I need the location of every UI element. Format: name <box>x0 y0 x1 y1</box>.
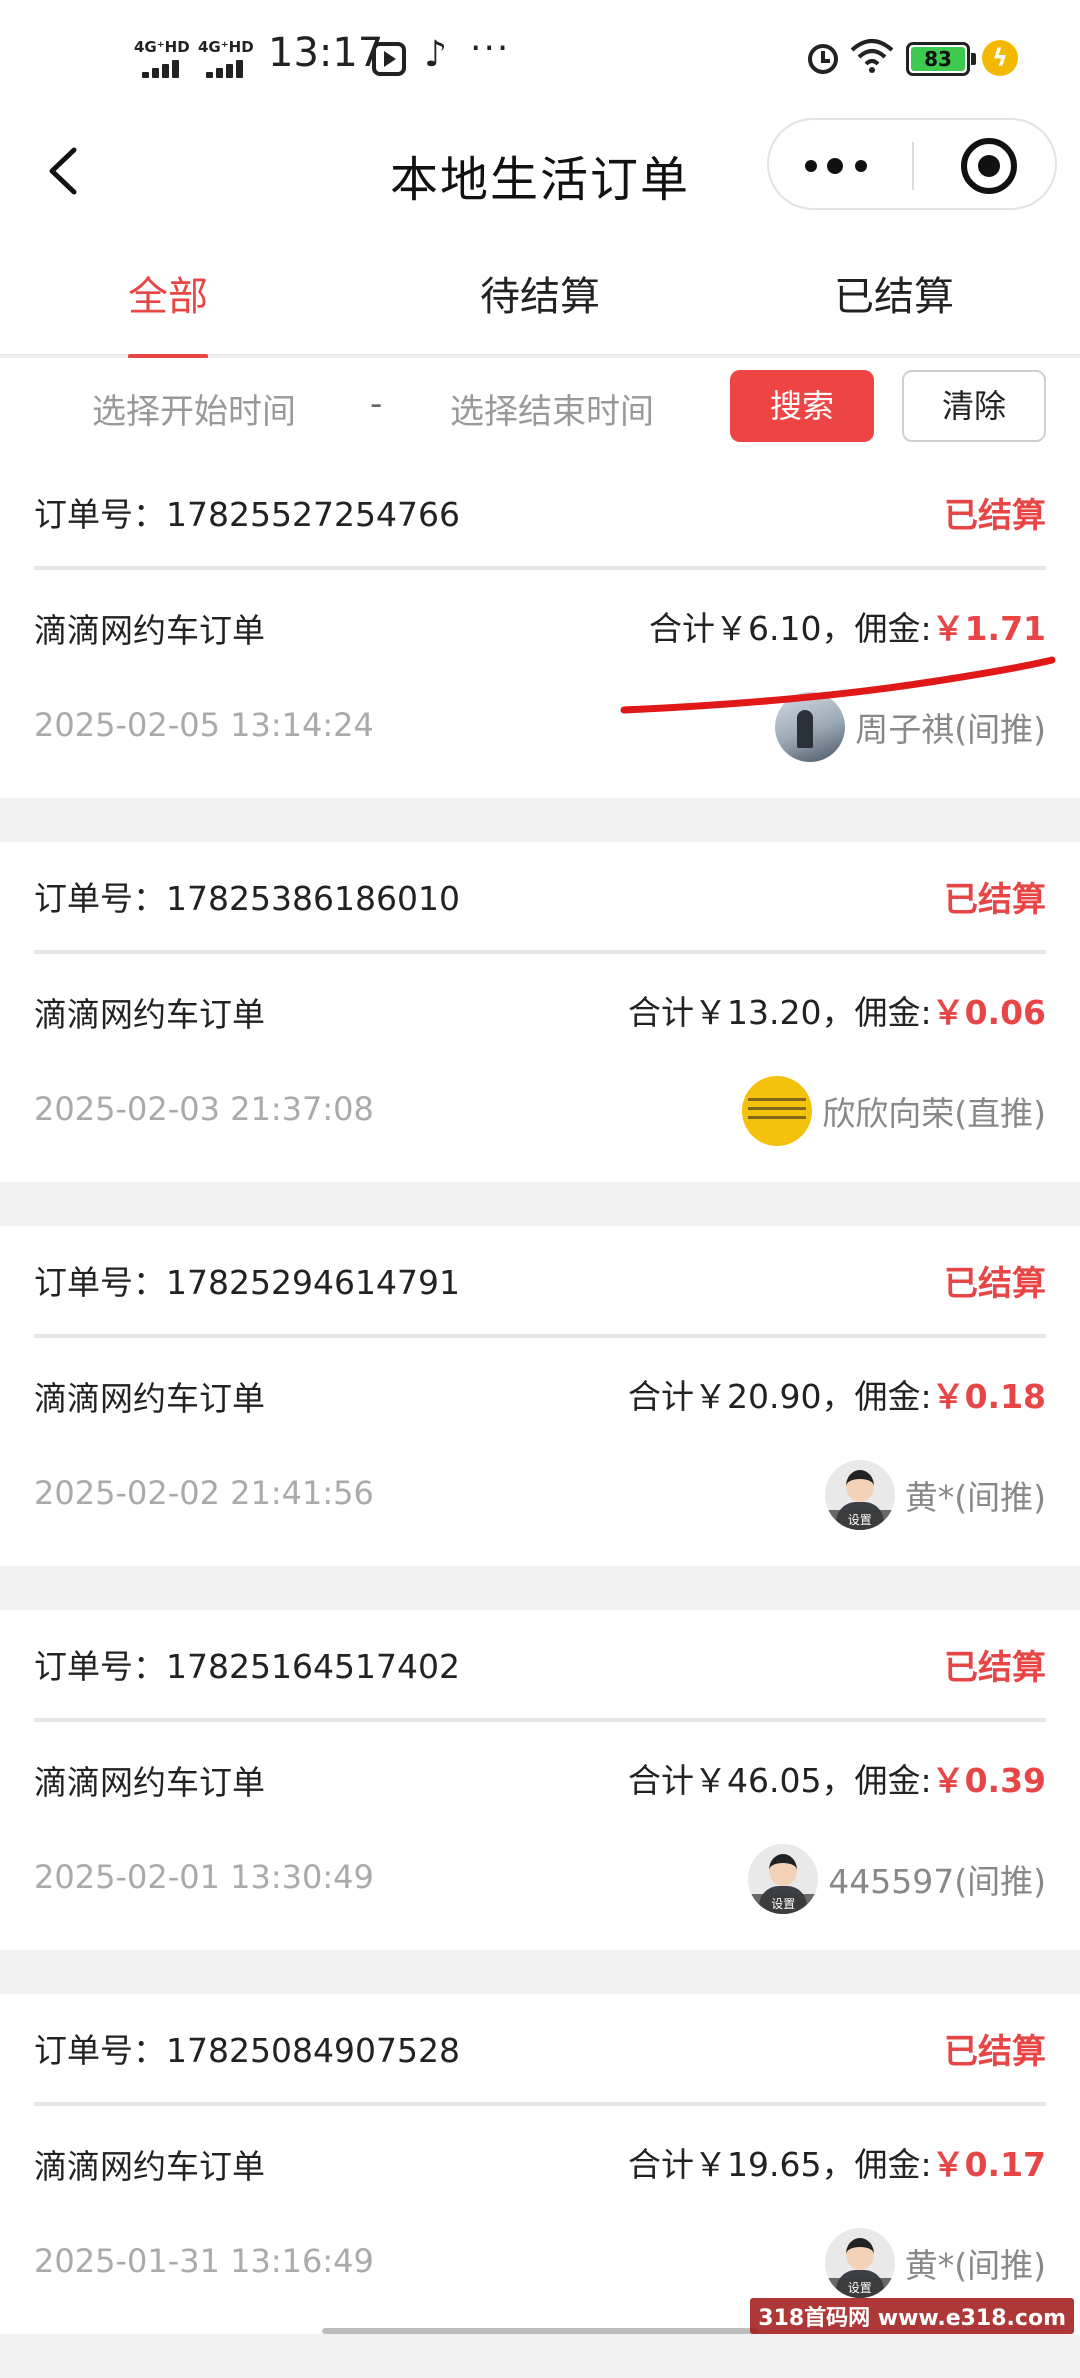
commission-value: ￥0.06 <box>932 993 1046 1032</box>
order-user: 设置 黄*(间推) <box>825 2228 1046 2298</box>
battery-icon: 83 <box>906 42 970 76</box>
order-product: 滴滴网约车订单 <box>34 604 265 652</box>
order-tabs: 全部 待结算 已结算 <box>0 228 1080 356</box>
status-more-icon: ··· <box>470 28 510 69</box>
order-total: 合计￥13.20， <box>628 993 854 1032</box>
order-product: 滴滴网约车订单 <box>34 1756 265 1804</box>
alarm-icon <box>808 44 838 74</box>
search-button[interactable]: 搜索 <box>730 370 874 442</box>
order-card[interactable]: 订单号：17825386186010 已结算 滴滴网约车订单 合计￥13.20，… <box>0 842 1080 1182</box>
charging-icon: ϟ <box>982 40 1018 76</box>
watermark: 318首码网 www.e318.com <box>750 2298 1074 2334</box>
commission-value: ￥0.17 <box>932 2145 1046 2184</box>
order-amounts: 合计￥13.20，佣金:￥0.06 <box>628 986 1046 1034</box>
avatar: 设置 <box>748 1844 818 1914</box>
avatar: 设置 <box>825 1460 895 1530</box>
order-total: 合计￥19.65， <box>628 2145 854 2184</box>
avatar-set-label: 设置 <box>748 1894 818 1914</box>
order-card[interactable]: 订单号：17825527254766 已结算 滴滴网约车订单 合计￥6.10，佣… <box>0 458 1080 798</box>
order-user: 欣欣向荣(直推) <box>742 1076 1046 1146</box>
order-status: 已结算 <box>944 1640 1046 1689</box>
order-number: 订单号：17825294614791 <box>34 1256 460 1304</box>
signal-icon: 4G⁺HD <box>198 38 258 78</box>
divider <box>34 1718 1046 1722</box>
commission-label: 佣金: <box>854 2145 931 2184</box>
order-number: 订单号：17825527254766 <box>34 488 460 536</box>
red-underline-annotation <box>600 640 1070 720</box>
order-amounts: 合计￥46.05，佣金:￥0.39 <box>628 1754 1046 1802</box>
user-name: 445597(间推) <box>828 1855 1046 1903</box>
divider <box>34 950 1046 954</box>
nav-bar: 本地生活订单 <box>0 118 1080 228</box>
start-date-picker[interactable]: 选择开始时间 <box>92 384 296 433</box>
user-name: 黄*(间推) <box>905 2239 1046 2287</box>
wifi-icon <box>850 38 894 74</box>
avatar-set-label: 设置 <box>825 2278 895 2298</box>
more-menu-icon[interactable] <box>805 154 875 178</box>
tab-pending[interactable]: 待结算 <box>420 264 660 322</box>
avatar: 设置 <box>825 2228 895 2298</box>
order-card[interactable]: 订单号：17825294614791 已结算 滴滴网约车订单 合计￥20.90，… <box>0 1226 1080 1566</box>
order-status: 已结算 <box>944 488 1046 537</box>
order-product: 滴滴网约车订单 <box>34 2140 265 2188</box>
order-status: 已结算 <box>944 872 1046 921</box>
order-time: 2025-02-03 21:37:08 <box>34 1090 374 1128</box>
user-name: 黄*(间推) <box>905 1471 1046 1519</box>
home-indicator <box>322 2328 758 2334</box>
divider <box>34 2102 1046 2106</box>
date-filter: 选择开始时间 - 选择结束时间 搜索 清除 <box>0 358 1080 458</box>
signal-label: 4G⁺HD <box>134 38 190 56</box>
order-card[interactable]: 订单号：17825084907528 已结算 滴滴网约车订单 合计￥19.65，… <box>0 1994 1080 2334</box>
order-time: 2025-02-02 21:41:56 <box>34 1474 374 1512</box>
order-number: 订单号：17825164517402 <box>34 1640 460 1688</box>
tab-settled[interactable]: 已结算 <box>774 264 1014 322</box>
order-amounts: 合计￥20.90，佣金:￥0.18 <box>628 1370 1046 1418</box>
order-amounts: 合计￥19.65，佣金:￥0.17 <box>628 2138 1046 2186</box>
divider <box>34 566 1046 570</box>
commission-label: 佣金: <box>854 1761 931 1800</box>
tiktok-icon: ♪ <box>424 34 447 75</box>
order-number: 订单号：17825084907528 <box>34 2024 460 2072</box>
order-total: 合计￥20.90， <box>628 1377 854 1416</box>
tab-all[interactable]: 全部 <box>48 264 288 322</box>
status-time: 13:17 <box>268 30 383 76</box>
commission-label: 佣金: <box>854 1377 931 1416</box>
video-app-icon <box>372 42 406 76</box>
clear-button[interactable]: 清除 <box>902 370 1046 442</box>
order-time: 2025-02-05 13:14:24 <box>34 706 374 744</box>
close-mini-program-icon[interactable] <box>961 138 1017 194</box>
signal-icon: 4G⁺HD <box>134 38 194 78</box>
status-bar: 4G⁺HD 4G⁺HD 13:17 ♪ ··· 83 ϟ <box>0 0 1080 118</box>
commission-label: 佣金: <box>854 993 931 1032</box>
mini-program-capsule <box>767 118 1057 210</box>
order-card[interactable]: 订单号：17825164517402 已结算 滴滴网约车订单 合计￥46.05，… <box>0 1610 1080 1950</box>
order-status: 已结算 <box>944 2024 1046 2073</box>
order-number: 订单号：17825386186010 <box>34 872 460 920</box>
signal-label: 4G⁺HD <box>198 38 254 56</box>
order-user: 设置 445597(间推) <box>748 1844 1046 1914</box>
order-list: 订单号：17825527254766 已结算 滴滴网约车订单 合计￥6.10，佣… <box>0 458 1080 2378</box>
commission-value: ￥0.18 <box>932 1377 1046 1416</box>
order-total: 合计￥46.05， <box>628 1761 854 1800</box>
order-product: 滴滴网约车订单 <box>34 1372 265 1420</box>
order-product: 滴滴网约车订单 <box>34 988 265 1036</box>
user-name: 欣欣向荣(直推) <box>822 1087 1046 1135</box>
commission-value: ￥0.39 <box>932 1761 1046 1800</box>
capsule-divider <box>912 142 914 190</box>
avatar <box>742 1076 812 1146</box>
order-user: 设置 黄*(间推) <box>825 1460 1046 1530</box>
divider <box>34 1334 1046 1338</box>
avatar-set-label: 设置 <box>825 1510 895 1530</box>
date-separator: - <box>370 384 382 424</box>
order-status: 已结算 <box>944 1256 1046 1305</box>
end-date-picker[interactable]: 选择结束时间 <box>450 384 654 433</box>
battery-level: 83 <box>911 47 965 71</box>
order-time: 2025-02-01 13:30:49 <box>34 1858 374 1896</box>
order-time: 2025-01-31 13:16:49 <box>34 2242 374 2280</box>
